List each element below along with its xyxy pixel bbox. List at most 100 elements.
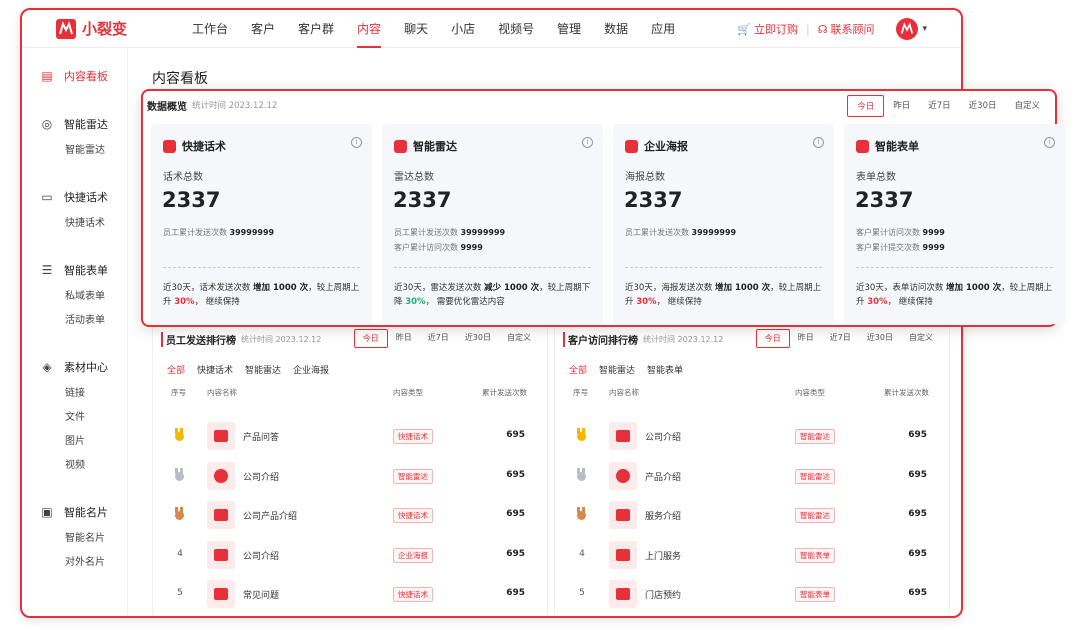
sidebar-subitem[interactable]: 活动表单: [65, 311, 105, 326]
content-thumbnail: [609, 422, 637, 450]
card-title: 快捷话术: [182, 140, 226, 153]
sidebar-group[interactable]: ▭ 快捷话术: [40, 189, 108, 205]
sidebar-subitem[interactable]: 智能名片: [65, 529, 105, 544]
stat-card: 智能表单 i 表单总数 2337 客户累计访问次数 9999 客户累计提交次数 9999 近…: [844, 124, 1065, 324]
filter-tab[interactable]: 快捷话术: [197, 363, 233, 376]
table-row[interactable]: 产品问答 快捷话术 695: [153, 418, 547, 456]
content-name: 产品介绍: [645, 472, 682, 483]
nav-item[interactable]: 视频号: [498, 10, 534, 48]
filter-tab[interactable]: 智能雷达: [599, 363, 635, 376]
trend-percent: 30%: [636, 297, 657, 307]
nav-item[interactable]: 应用: [651, 10, 675, 48]
nav-item[interactable]: 数据: [604, 10, 628, 48]
table-row[interactable]: 公司介绍 智能雷达 695: [555, 418, 949, 456]
divider: [856, 267, 1053, 268]
chat-icon: [616, 509, 630, 521]
contact-link[interactable]: 联系顾问: [830, 21, 874, 37]
table-row[interactable]: 产品介绍 智能雷达 695: [555, 458, 949, 496]
avatar[interactable]: [896, 18, 919, 40]
filter-tab[interactable]: 全部: [569, 363, 587, 376]
headset-icon: ☊: [817, 22, 828, 36]
time-tab[interactable]: 昨日: [388, 329, 420, 348]
table-row[interactable]: 服务介绍 智能雷达 695: [555, 497, 949, 535]
nav-item[interactable]: 聊天: [404, 10, 428, 48]
type-filters: 全部 快捷话术 智能雷达 企业海报: [167, 363, 341, 376]
table-row[interactable]: 公司介绍 智能雷达 695: [153, 458, 547, 496]
card-total: 2337: [162, 188, 221, 212]
nav-item[interactable]: 客户: [251, 10, 275, 48]
time-tab[interactable]: 近30日: [859, 329, 901, 348]
sidebar-group[interactable]: ☰ 智能表单: [40, 262, 108, 278]
time-tab[interactable]: 近7日: [420, 329, 457, 348]
table-row[interactable]: 公司产品介绍 快捷话术 695: [153, 497, 547, 535]
nav-item[interactable]: 工作台: [192, 10, 228, 48]
table-row[interactable]: 5 门店预约 智能表单 695: [555, 576, 949, 614]
time-tab[interactable]: 昨日: [884, 95, 919, 117]
sidebar-subitem[interactable]: 快捷话术: [65, 214, 105, 229]
column-header-rank: 序号: [171, 388, 186, 397]
chevron-down-icon[interactable]: ▾: [922, 24, 927, 34]
time-tab[interactable]: 今日: [353, 329, 388, 348]
sidebar-item-label: 内容看板: [64, 70, 108, 83]
time-tab[interactable]: 近7日: [919, 95, 959, 117]
sidebar-subitem[interactable]: 智能雷达: [65, 141, 105, 156]
sidebar-group-label: 快捷话术: [64, 191, 108, 204]
time-tab[interactable]: 自定义: [499, 329, 539, 348]
filter-tab[interactable]: 智能雷达: [245, 363, 281, 376]
time-tab[interactable]: 近30日: [457, 329, 499, 348]
table-row[interactable]: 4 公司介绍 企业海报 695: [153, 537, 547, 575]
table-row[interactable]: 4 上门服务 智能表单 695: [555, 537, 949, 575]
filter-tab[interactable]: 全部: [167, 363, 185, 376]
info-icon[interactable]: i: [813, 137, 824, 148]
panel-title: 员工发送排行榜: [161, 331, 236, 347]
divider: [625, 267, 822, 268]
table-row[interactable]: 5 常见问题 快捷话术 695: [153, 576, 547, 614]
content-thumbnail: [207, 461, 235, 490]
sidebar-item-content-board[interactable]: ▤ 内容看板: [40, 68, 108, 84]
sidebar-group[interactable]: ▣ 智能名片: [40, 504, 108, 520]
sidebar-subitem[interactable]: 链接: [65, 384, 85, 399]
sidebar-group-label: 智能雷达: [64, 118, 108, 131]
time-tab[interactable]: 近7日: [822, 329, 859, 348]
time-tab[interactable]: 近30日: [960, 95, 1006, 117]
nav-item[interactable]: 客户群: [298, 10, 334, 48]
time-tab[interactable]: 今日: [847, 95, 885, 117]
content-type-badge: 智能表单: [795, 587, 835, 602]
sidebar-subitem[interactable]: 对外名片: [65, 553, 105, 568]
filter-tab[interactable]: 智能表单: [647, 363, 683, 376]
sidebar-group[interactable]: ◎ 智能雷达: [40, 116, 108, 132]
card-stat: 客户累计访问次数 9999: [856, 227, 945, 238]
order-link[interactable]: 立即订购: [754, 21, 798, 37]
brand-logo[interactable]: 小裂变: [56, 18, 160, 39]
page-title: 内容看板: [152, 71, 208, 87]
content-type-badge: 智能表单: [795, 547, 835, 563]
sidebar-subitem[interactable]: 私域表单: [65, 287, 105, 302]
send-count: 695: [506, 548, 525, 559]
sidebar-subitem[interactable]: 文件: [65, 408, 85, 423]
card-label: 表单总数: [856, 172, 896, 183]
content-type-badge: 快捷话术: [393, 429, 433, 444]
time-tab[interactable]: 自定义: [1005, 95, 1049, 117]
time-tab[interactable]: 自定义: [901, 329, 941, 348]
filter-tab[interactable]: 企业海报: [293, 363, 329, 376]
ranking-panel: 客户访问排行榜 统计时间 2023.12.12 今日 昨日 近7日 近30日 自定义 全部 智能…: [554, 322, 950, 616]
overview-header: 数据概览 统计时间 2023.12.12 今日 昨日 近7日 近30日 自定义: [147, 95, 1049, 117]
nav-item[interactable]: 小店: [451, 10, 475, 48]
trend-suffix: ， 继续保持: [194, 297, 240, 307]
content-name: 公司介绍: [243, 551, 280, 562]
sidebar-group[interactable]: ◈ 素材中心: [40, 359, 108, 375]
info-icon[interactable]: i: [582, 137, 593, 148]
content-name: 公司介绍: [243, 472, 280, 483]
card-stat: 客户累计提交次数 9999: [856, 242, 945, 253]
column-header-name: 内容名称: [207, 388, 237, 397]
info-icon[interactable]: i: [351, 137, 362, 148]
time-tab[interactable]: 今日: [755, 329, 790, 348]
card-label: 话术总数: [163, 172, 203, 183]
sidebar-subitem[interactable]: 图片: [65, 432, 85, 447]
sidebar-subitem[interactable]: 视频: [65, 456, 85, 471]
info-icon[interactable]: i: [1044, 137, 1055, 148]
trend-percent: 30%: [867, 297, 888, 307]
nav-item[interactable]: 管理: [557, 10, 581, 48]
nav-item[interactable]: 内容: [357, 10, 382, 48]
time-tab[interactable]: 昨日: [790, 329, 822, 348]
